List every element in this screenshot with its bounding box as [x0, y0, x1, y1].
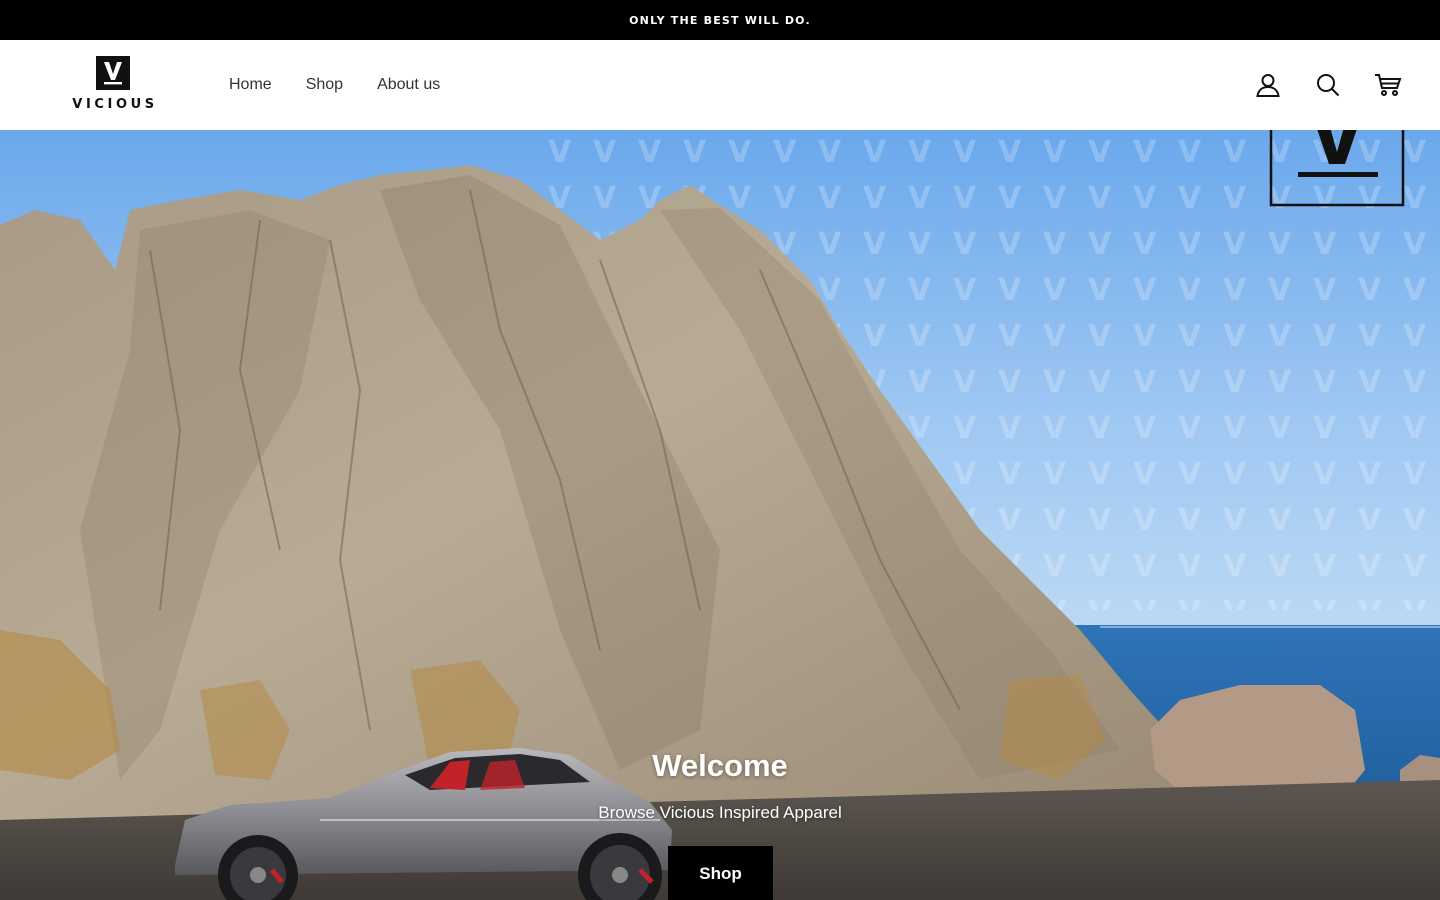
search-icon[interactable] — [1314, 71, 1342, 99]
hero-shop-button[interactable]: Shop — [668, 846, 773, 900]
hero-title: Welcome — [652, 748, 788, 783]
nav-link-home[interactable]: Home — [229, 76, 272, 94]
account-icon[interactable] — [1254, 71, 1282, 99]
cart-icon[interactable] — [1374, 71, 1402, 99]
logo-mark — [96, 56, 130, 90]
announcement-text: ONLY THE BEST WILL DO. — [629, 13, 811, 27]
main-nav: Home Shop About us — [229, 40, 440, 130]
hero-image: V — [0, 130, 1440, 900]
hero-banner: V — [0, 130, 1440, 900]
nav-link-about[interactable]: About us — [377, 76, 440, 94]
site-logo[interactable]: VICIOUS — [70, 56, 156, 116]
hero-subtitle: Browse Vicious Inspired Apparel — [598, 803, 842, 822]
announcement-bar: ONLY THE BEST WILL DO. — [0, 0, 1440, 40]
header-actions — [1254, 40, 1402, 130]
nav-link-shop[interactable]: Shop — [306, 76, 343, 94]
site-header: VICIOUS Home Shop About us — [0, 40, 1440, 130]
logo-wordmark: VICIOUS — [72, 97, 158, 112]
